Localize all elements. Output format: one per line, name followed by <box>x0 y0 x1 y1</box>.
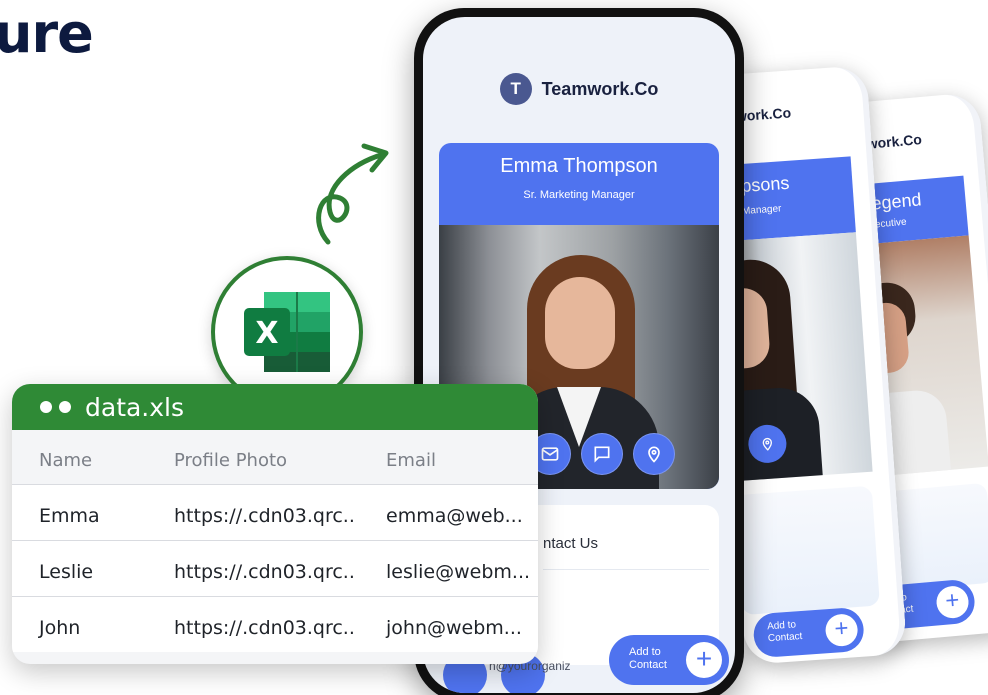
column-header: Email <box>386 450 436 471</box>
spreadsheet-header: data.xls <box>12 384 538 430</box>
excel-letter: X <box>255 316 278 351</box>
excel-icon: X <box>244 292 330 372</box>
table-cell: leslie@webm... <box>386 561 531 583</box>
column-header: Name <box>39 450 93 471</box>
table-row[interactable]: Emma https://.cdn03.qrc.. emma@web... <box>12 484 538 540</box>
chat-icon[interactable] <box>581 433 623 475</box>
contact-panel <box>733 485 880 616</box>
plus-icon: + <box>686 642 722 678</box>
brand-name: Teamwork.Co <box>541 78 659 99</box>
table-row[interactable]: John https://.cdn03.qrc.. john@webm... <box>12 596 538 652</box>
column-header: Profile Photo <box>174 450 288 471</box>
column-headers: Name Profile Photo Email <box>12 430 538 482</box>
table-cell: Emma <box>39 505 100 527</box>
brand-logo-icon: T <box>499 73 532 105</box>
profile-name: Emma Thompson <box>500 155 658 177</box>
table-cell: https://.cdn03.qrc.. <box>174 505 355 527</box>
brand-header: T Teamwork.Co <box>423 73 735 105</box>
add-to-contact-button[interactable]: Add to Contact + <box>752 606 866 659</box>
table-row[interactable]: Leslie https://.cdn03.qrc.. leslie@webm.… <box>12 540 538 596</box>
table-cell: John <box>39 617 81 639</box>
spreadsheet-card: data.xls Name Profile Photo Email Emma h… <box>12 384 538 664</box>
table-cell: Leslie <box>39 561 94 583</box>
divider <box>543 569 709 570</box>
spreadsheet-title: data.xls <box>85 392 185 422</box>
table-cell: john@webm... <box>386 617 522 639</box>
profile-title: Sr. Marketing Manager <box>523 189 635 201</box>
table-cell: https://.cdn03.qrc.. <box>174 561 355 583</box>
window-dots <box>40 401 71 413</box>
curly-arrow-icon <box>316 143 389 245</box>
profile-actions <box>529 433 675 475</box>
headline-text: ure <box>0 2 94 65</box>
contact-us-heading: ntact Us <box>543 535 599 552</box>
table-cell: emma@web... <box>386 505 523 527</box>
add-to-contact-button[interactable]: Add to Contact + <box>609 635 729 685</box>
location-icon[interactable] <box>633 433 675 475</box>
table-cell: https://.cdn03.qrc.. <box>174 617 355 639</box>
